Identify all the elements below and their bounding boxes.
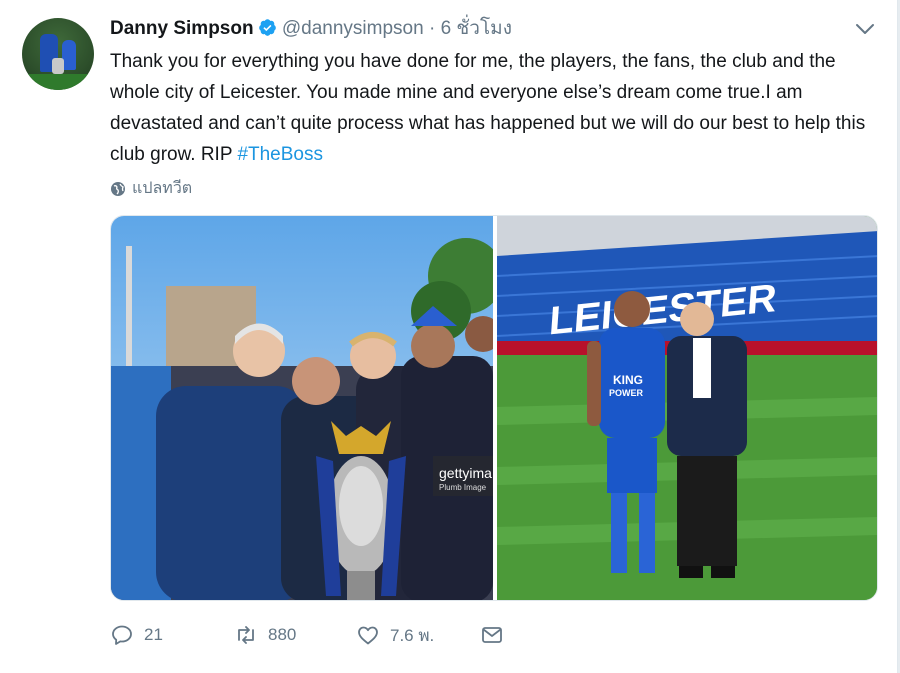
direct-message-button[interactable] xyxy=(480,623,504,647)
chevron-down-icon[interactable] xyxy=(855,22,875,36)
shirt-text-1: KING xyxy=(613,373,643,387)
tweet-text: Thank you for everything you have done f… xyxy=(110,46,880,170)
hashtag-link[interactable]: #TheBoss xyxy=(237,144,323,165)
watermark-text: gettyima xyxy=(439,465,492,481)
retweet-icon xyxy=(238,626,254,644)
separator-dot: · xyxy=(428,18,436,39)
reply-count: 21 xyxy=(144,625,163,644)
tweet-body: Thank you for everything you have done f… xyxy=(110,51,866,165)
media-grid[interactable]: gettyima Plumb Image LEICESTER KING POWE… xyxy=(110,215,878,601)
reply-icon xyxy=(112,625,132,645)
retweet-count: 880 xyxy=(268,625,297,644)
watermark-sub: Plumb Image xyxy=(439,483,487,492)
trophy-photo[interactable]: gettyima Plumb Image xyxy=(111,216,493,601)
author-name[interactable]: Danny Simpson xyxy=(110,18,254,39)
like-icon xyxy=(358,626,378,645)
reply-button[interactable]: 21 xyxy=(110,623,234,647)
like-button[interactable]: 7.6 พ. xyxy=(356,622,480,649)
like-count: 7.6 พ. xyxy=(390,625,435,645)
tweet-card[interactable]: Danny Simpson @dannysimpson · 6 ชั่วโมง … xyxy=(0,0,898,673)
author-handle[interactable]: @dannysimpson xyxy=(282,18,424,39)
tweet-header: Danny Simpson @dannysimpson · 6 ชั่วโมง xyxy=(110,16,512,42)
avatar[interactable] xyxy=(22,18,94,90)
message-icon xyxy=(482,627,502,643)
stadium-photo[interactable]: LEICESTER KING POWER xyxy=(497,216,878,601)
shirt-text-2: POWER xyxy=(609,388,644,398)
translate-tweet[interactable]: แปลทวีต xyxy=(110,176,192,201)
translate-label: แปลทวีต xyxy=(132,180,193,197)
tweet-time[interactable]: 6 ชั่วโมง xyxy=(441,18,512,39)
tweet-actions: 21 880 7.6 พ. xyxy=(110,620,504,650)
verified-badge-icon xyxy=(258,19,276,36)
retweet-button[interactable]: 880 xyxy=(234,623,356,647)
globe-icon xyxy=(111,181,125,196)
